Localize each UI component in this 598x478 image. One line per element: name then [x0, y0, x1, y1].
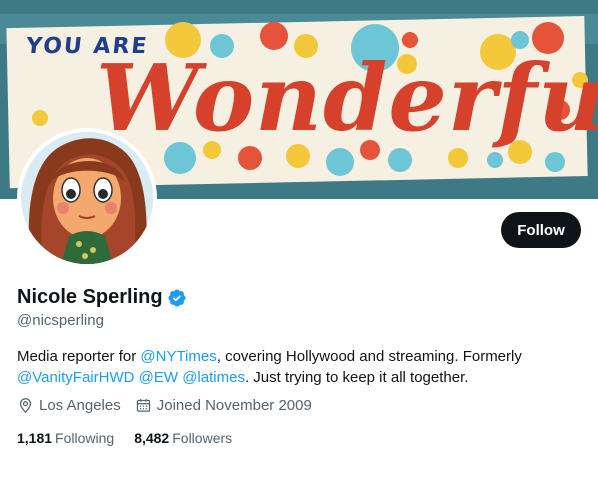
bio-text: . Just trying to keep it all together.: [244, 369, 469, 386]
user-handle: @nicsperling: [17, 312, 104, 329]
mention-link[interactable]: @EW: [139, 369, 178, 386]
avatar[interactable]: [17, 128, 157, 268]
followers-link[interactable]: 8,482 Followers: [134, 430, 232, 446]
verified-badge-icon[interactable]: [167, 288, 187, 308]
avatar-image: [21, 132, 153, 264]
banner-text-main: Wonderful: [96, 44, 598, 152]
bio-text: Media reporter for: [17, 348, 141, 365]
bio-text: , covering Hollywood and streaming. Form…: [216, 348, 522, 365]
profile-bio: Media reporter for @NYTimes, covering Ho…: [17, 346, 582, 388]
following-link[interactable]: 1,181 Following: [17, 430, 114, 446]
follow-button[interactable]: Follow: [501, 212, 581, 248]
location-pin-icon: [19, 398, 32, 414]
display-name: Nicole Sperling: [17, 286, 163, 308]
joined-text: Joined November 2009: [156, 397, 312, 414]
following-count: 1,181: [17, 430, 53, 446]
calendar-icon: [136, 399, 150, 412]
followers-count: 8,482: [134, 430, 170, 446]
followers-label: Followers: [172, 430, 233, 446]
profile-stats: 1,181 Following 8,482 Followers: [17, 430, 252, 446]
following-label: Following: [55, 430, 115, 446]
location-text: Los Angeles: [39, 397, 121, 414]
joined-item: Joined November 2009: [135, 397, 312, 414]
mention-link[interactable]: @NYTimes: [140, 348, 216, 365]
location-item: Los Angeles: [17, 397, 121, 414]
name-row: Nicole Sperling: [17, 286, 187, 309]
mention-link[interactable]: @VanityFairHWD: [17, 369, 134, 386]
profile-meta: Los Angeles Joined November 2009: [17, 397, 326, 414]
mention-link[interactable]: @latimes: [182, 369, 245, 386]
